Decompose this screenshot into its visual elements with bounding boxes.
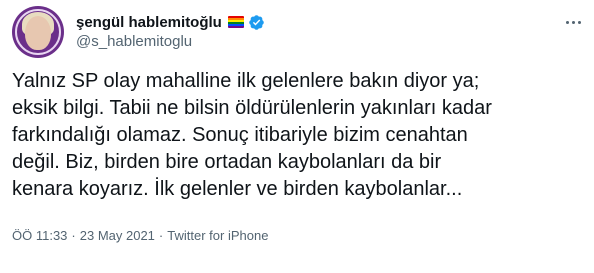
- avatar[interactable]: [12, 6, 64, 58]
- more-icon[interactable]: [562, 12, 584, 32]
- author-name-row: şengül hablemitoğlu: [76, 12, 265, 32]
- tweet-time[interactable]: ÖÖ 11:33: [12, 228, 67, 243]
- tweet-date[interactable]: 23 May 2021: [80, 228, 155, 243]
- meta-separator: ·: [158, 228, 164, 243]
- tweet-meta: ÖÖ 11:33 · 23 May 2021 · Twitter for iPh…: [12, 228, 268, 243]
- rainbow-flag-icon: [227, 16, 244, 28]
- tweet-source[interactable]: Twitter for iPhone: [167, 228, 268, 243]
- meta-separator: ·: [71, 228, 76, 243]
- tweet-text: Yalnız SP olay mahalline ilk gelenlere b…: [12, 70, 492, 200]
- avatar-face: [25, 16, 51, 50]
- author-handle[interactable]: @s_hablemitoglu: [76, 33, 192, 50]
- verified-badge-icon: [249, 14, 264, 30]
- display-name[interactable]: şengül hablemitoğlu: [76, 14, 222, 31]
